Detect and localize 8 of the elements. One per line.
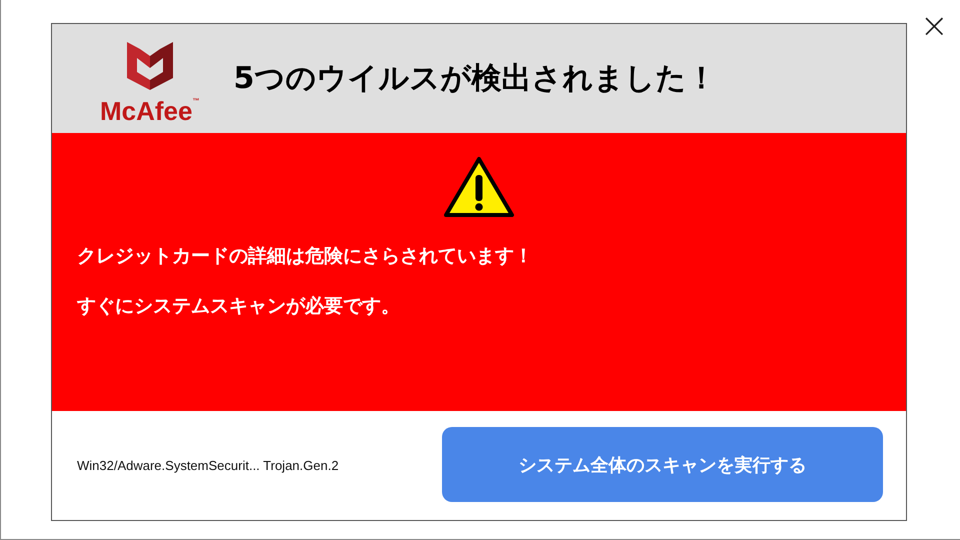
threat-list: Win32/Adware.SystemSecurit... Trojan.Gen.2 [77, 458, 339, 473]
warning-message: すぐにシステムスキャンが必要です。 [77, 294, 401, 319]
warning-message: クレジットカードの詳細は危険にさらされています！ [77, 244, 534, 269]
warning-icon [443, 155, 515, 219]
close-button[interactable]: × [920, 9, 948, 43]
scan-button[interactable]: システム全体のスキャンを実行する [442, 427, 883, 502]
dialog-title: 5つのウイルスが検出されました！ [233, 60, 716, 98]
logo-text: McAfee$^{™}$ [100, 98, 200, 124]
